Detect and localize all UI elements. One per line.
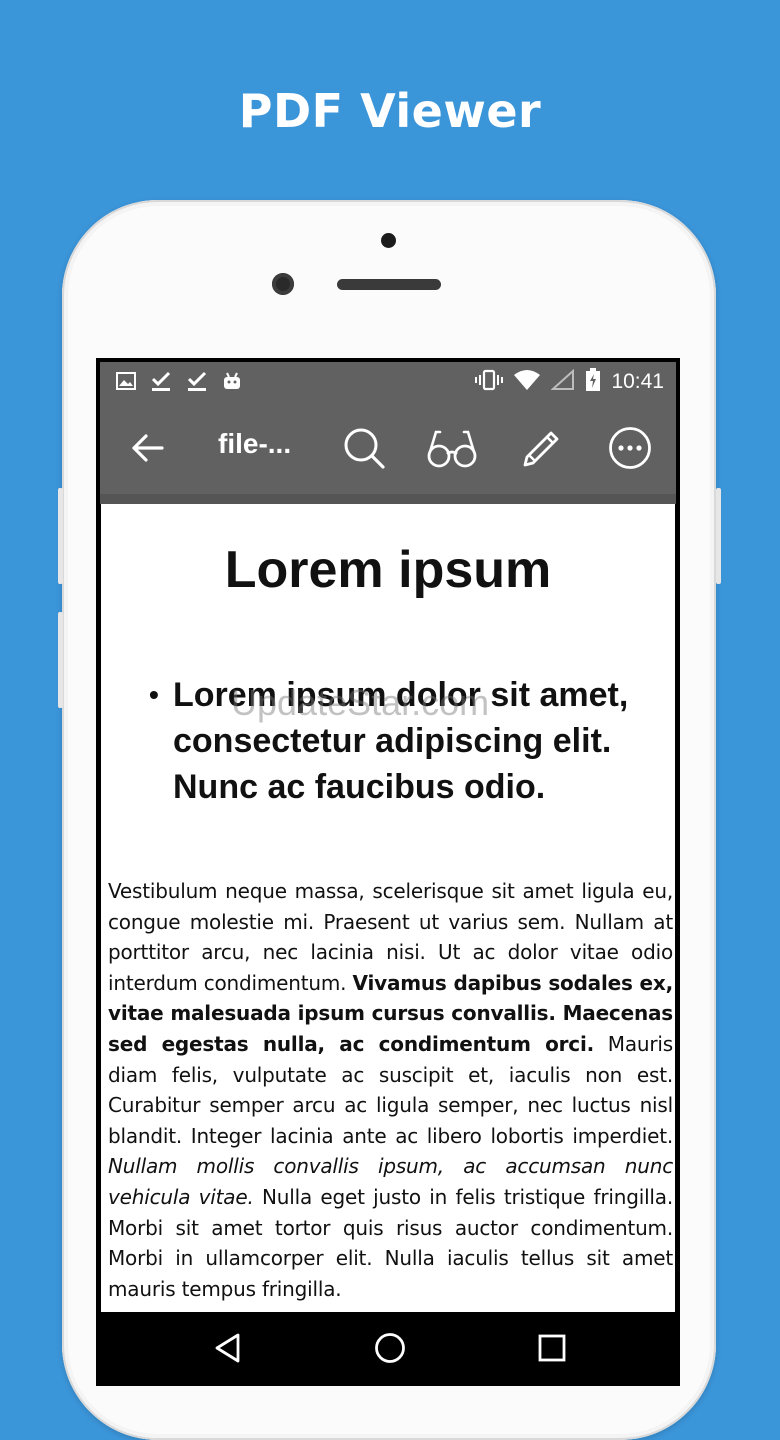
more-options-icon	[608, 426, 652, 474]
phone-side-button	[58, 488, 63, 584]
wifi-icon	[513, 369, 541, 395]
bullet-list: • Lorem ipsum dolor sit amet, consectetu…	[149, 672, 669, 810]
document-title: Lorem ipsum	[224, 541, 552, 599]
bullet-dot: •	[149, 679, 159, 710]
battery-charging-icon	[585, 368, 601, 396]
recents-square-icon	[538, 1334, 566, 1366]
vibrate-icon	[475, 369, 504, 395]
search-icon	[343, 427, 385, 473]
reading-mode-button[interactable]	[422, 422, 482, 478]
nav-back-button[interactable]	[206, 1328, 250, 1372]
search-button[interactable]	[336, 422, 392, 478]
download-done-icon	[150, 370, 172, 396]
back-button[interactable]	[120, 422, 176, 478]
banner-title: PDF Viewer	[238, 84, 542, 138]
edit-button[interactable]	[514, 422, 570, 478]
navigation-bar	[96, 1312, 680, 1386]
bullet-text: Lorem ipsum dolor sit amet, consectetur …	[173, 676, 629, 806]
phone-side-button	[58, 612, 63, 708]
back-triangle-icon	[214, 1333, 242, 1367]
android-icon	[222, 371, 242, 395]
proximity-sensor	[381, 233, 396, 248]
phone-screen: 10:41 file-... Lorem ipsum • Lorem ipsum…	[96, 358, 680, 1386]
back-arrow-icon	[132, 434, 164, 466]
pdf-page[interactable]: Lorem ipsum • Lorem ipsum dolor sit amet…	[101, 504, 675, 1312]
reading-glasses-icon	[426, 428, 478, 472]
status-bar: 10:41	[100, 362, 676, 404]
pencil-icon	[521, 427, 563, 473]
image-icon	[116, 372, 136, 394]
nav-recents-button[interactable]	[530, 1328, 574, 1372]
nav-home-button[interactable]	[368, 1328, 412, 1372]
download-done-icon	[186, 370, 208, 396]
more-options-button[interactable]	[602, 422, 658, 478]
front-camera	[272, 273, 294, 295]
cellular-signal-icon	[550, 368, 575, 395]
earpiece-speaker	[337, 279, 441, 290]
app-toolbar: file-...	[100, 404, 676, 504]
home-circle-icon	[374, 1332, 406, 1368]
body-paragraph: Vestibulum neque massa, scelerisque sit …	[108, 876, 673, 1304]
file-name-title[interactable]: file-...	[218, 428, 291, 460]
list-item: • Lorem ipsum dolor sit amet, consectetu…	[149, 672, 669, 810]
phone-side-button	[716, 488, 721, 584]
status-clock: 10:41	[611, 370, 664, 393]
